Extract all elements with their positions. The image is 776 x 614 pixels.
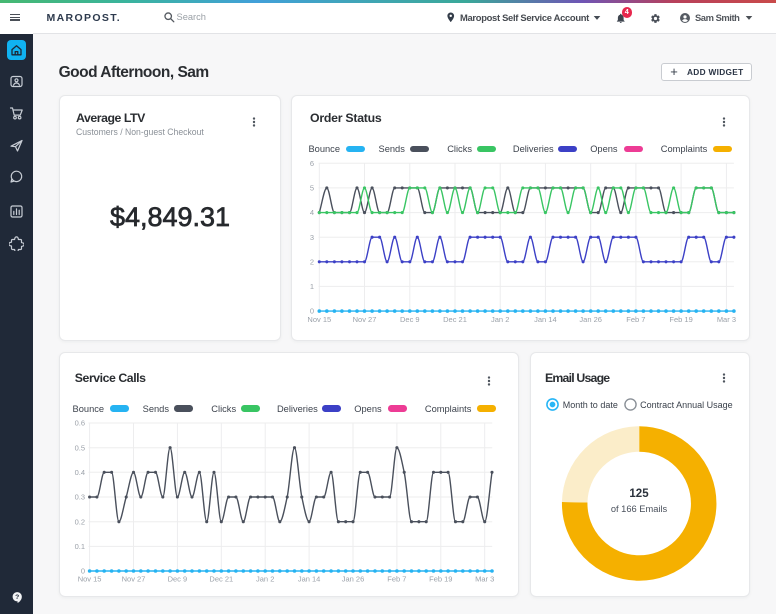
svg-text:?: ?: [15, 594, 19, 601]
svg-text:Jan 2: Jan 2: [256, 575, 274, 584]
svg-text:4: 4: [310, 208, 314, 217]
svg-text:1: 1: [310, 282, 314, 291]
svg-text:0.6: 0.6: [75, 419, 85, 428]
svg-text:Dec 9: Dec 9: [168, 575, 188, 584]
svg-text:Dec 21: Dec 21: [443, 315, 467, 324]
svg-text:Nov 15: Nov 15: [307, 315, 331, 324]
svg-text:Dec 9: Dec 9: [400, 315, 420, 324]
svg-text:Nov 27: Nov 27: [353, 315, 377, 324]
svg-text:Jan 2: Jan 2: [491, 315, 509, 324]
svg-text:2: 2: [310, 257, 314, 266]
svg-text:Jan 26: Jan 26: [579, 315, 602, 324]
svg-text:3: 3: [310, 233, 314, 242]
svg-text:0.5: 0.5: [75, 443, 85, 452]
svg-text:Mar 3: Mar 3: [717, 315, 736, 324]
svg-text:0.4: 0.4: [75, 468, 85, 477]
svg-text:Dec 21: Dec 21: [209, 575, 233, 584]
svg-text:Feb 7: Feb 7: [626, 315, 645, 324]
svg-text:6: 6: [310, 159, 314, 168]
svg-text:Feb 7: Feb 7: [387, 575, 406, 584]
svg-text:Jan 14: Jan 14: [298, 575, 321, 584]
svg-text:5: 5: [310, 184, 314, 193]
svg-text:0.2: 0.2: [75, 517, 85, 526]
svg-text:0.3: 0.3: [75, 493, 85, 502]
svg-text:0.1: 0.1: [75, 542, 85, 551]
svg-text:Feb 19: Feb 19: [429, 575, 452, 584]
svg-text:Nov 15: Nov 15: [78, 575, 102, 584]
svg-text:Nov 27: Nov 27: [122, 575, 146, 584]
svg-text:Mar 3: Mar 3: [475, 575, 494, 584]
svg-text:Feb 19: Feb 19: [669, 315, 692, 324]
svg-text:Jan 14: Jan 14: [534, 315, 557, 324]
svg-text:Jan 26: Jan 26: [342, 575, 365, 584]
